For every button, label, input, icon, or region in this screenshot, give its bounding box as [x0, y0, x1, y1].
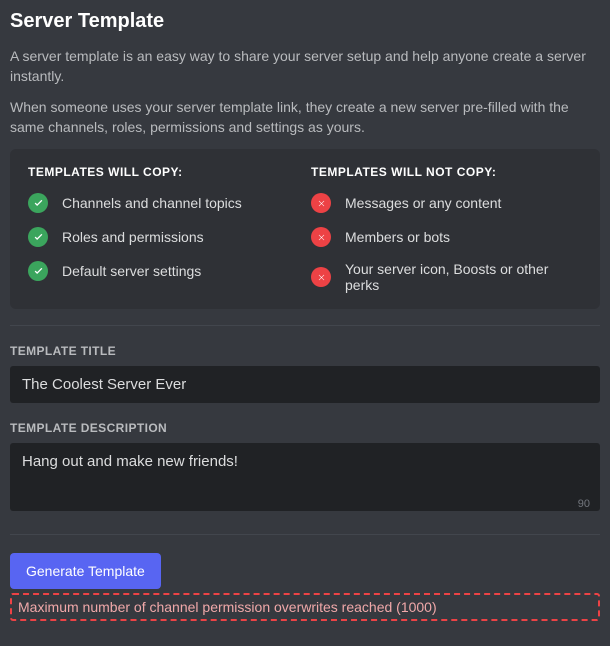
will-copy-title: TEMPLATES WILL COPY: — [28, 165, 299, 179]
cross-icon — [311, 193, 331, 213]
will-copy-item: Default server settings — [28, 261, 299, 281]
copy-info-panel: TEMPLATES WILL COPY: Channels and channe… — [10, 149, 600, 309]
page-title: Server Template — [10, 10, 600, 33]
cross-icon — [311, 267, 331, 287]
will-not-copy-item: Messages or any content — [311, 193, 582, 213]
will-copy-item-label: Roles and permissions — [62, 229, 204, 245]
cross-icon — [311, 227, 331, 247]
section-divider — [10, 534, 600, 535]
will-copy-column: TEMPLATES WILL COPY: Channels and channe… — [28, 165, 299, 293]
will-copy-item: Channels and channel topics — [28, 193, 299, 213]
will-not-copy-item: Members or bots — [311, 227, 582, 247]
check-icon — [28, 193, 48, 213]
will-not-copy-item-label: Your server icon, Boosts or other perks — [345, 261, 582, 293]
will-not-copy-item: Your server icon, Boosts or other perks — [311, 261, 582, 293]
will-copy-item: Roles and permissions — [28, 227, 299, 247]
will-not-copy-column: TEMPLATES WILL NOT COPY: Messages or any… — [311, 165, 582, 293]
will-not-copy-item-label: Members or bots — [345, 229, 450, 245]
template-description-label: TEMPLATE DESCRIPTION — [10, 421, 600, 435]
check-icon — [28, 227, 48, 247]
intro-paragraph-1: A server template is an easy way to shar… — [10, 47, 600, 86]
template-title-input[interactable] — [10, 366, 600, 403]
intro-paragraph-2: When someone uses your server template l… — [10, 98, 600, 137]
generate-template-button[interactable]: Generate Template — [10, 553, 161, 589]
will-not-copy-item-label: Messages or any content — [345, 195, 501, 211]
description-char-counter: 90 — [578, 498, 590, 510]
will-copy-item-label: Default server settings — [62, 263, 201, 279]
section-divider — [10, 325, 600, 326]
will-copy-item-label: Channels and channel topics — [62, 195, 242, 211]
template-title-label: TEMPLATE TITLE — [10, 344, 600, 358]
check-icon — [28, 261, 48, 281]
will-not-copy-title: TEMPLATES WILL NOT COPY: — [311, 165, 582, 179]
error-message: Maximum number of channel permission ove… — [10, 593, 600, 621]
template-description-input[interactable] — [10, 443, 600, 511]
